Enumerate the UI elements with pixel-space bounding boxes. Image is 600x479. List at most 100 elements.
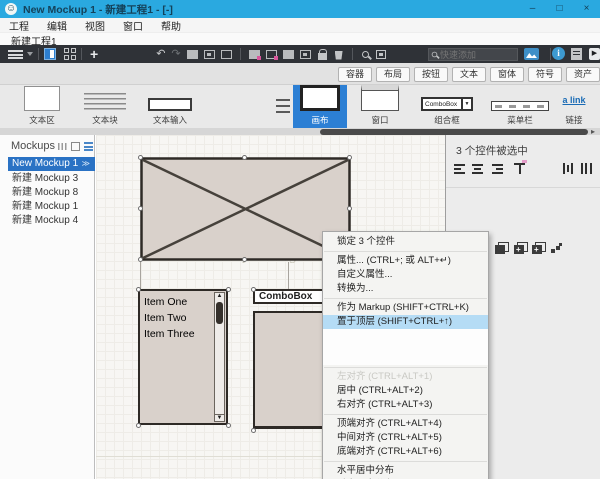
sidebar-item-mockup-1b[interactable]: 新建 Mockup 1	[8, 200, 95, 214]
group-plus-icon[interactable]: +	[514, 242, 528, 254]
project-assets-icon[interactable]	[524, 48, 539, 60]
mockups-title: Mockups	[11, 140, 56, 152]
menu-edit[interactable]: 编辑	[38, 18, 76, 33]
sidebar-item-mockup-1[interactable]: New Mockup 1 ≫	[8, 157, 95, 171]
arrange-icon[interactable]	[299, 49, 311, 59]
palette-item-textblock[interactable]: 文本块	[75, 85, 135, 128]
ungroup-icon[interactable]	[551, 243, 563, 254]
tab-forms[interactable]: 窗体	[490, 67, 525, 82]
quick-add-search[interactable]	[428, 48, 518, 61]
menu-separator	[324, 251, 487, 252]
list-widget[interactable]: Item One Item Two Item Three ▲ ▼	[138, 289, 228, 425]
tab-buttons[interactable]: 按钮	[414, 67, 449, 82]
selection-handle[interactable]	[226, 423, 231, 428]
chevron-down-icon[interactable]	[27, 52, 33, 56]
add-mockup-icon[interactable]: +	[90, 47, 98, 61]
selection-handle[interactable]	[138, 206, 143, 211]
menu-project[interactable]: 工程	[0, 18, 38, 33]
presentation-icon[interactable]: ▶	[589, 48, 600, 60]
thumbnails-toggle-icon[interactable]	[71, 142, 80, 151]
close-button[interactable]: ×	[573, 0, 600, 18]
paste-icon[interactable]	[220, 49, 232, 59]
palette-item-link[interactable]: a link 链接	[552, 85, 596, 128]
menu-window[interactable]: 窗口	[114, 18, 152, 33]
menu-item-align-bottom[interactable]: 底端对齐 (CTRL+ALT+6)	[323, 445, 488, 459]
align-left-icon[interactable]	[454, 163, 467, 175]
single-view-icon[interactable]	[44, 48, 56, 60]
selection-bound-line	[288, 262, 289, 289]
bring-forward-icon[interactable]	[495, 242, 509, 254]
menu-icon[interactable]	[8, 49, 23, 59]
sidebar-item-mockup-4[interactable]: 新建 Mockup 4	[8, 214, 95, 228]
tab-text[interactable]: 文本	[452, 67, 487, 82]
selection-handle[interactable]	[347, 206, 352, 211]
sidebar-item-mockup-3[interactable]: 新建 Mockup 3	[8, 172, 95, 186]
palette-item-canvas[interactable]: 画布	[293, 85, 347, 128]
menu-help[interactable]: 帮助	[152, 18, 190, 33]
menu-item-align-top[interactable]: 顶端对齐 (CTRL+ALT+4)	[323, 417, 488, 431]
info-icon[interactable]: i	[552, 47, 565, 60]
zoom-icon[interactable]	[361, 50, 369, 58]
group-icon[interactable]	[248, 49, 261, 60]
add-to-group-icon[interactable]: +	[532, 242, 546, 254]
mockups-filter-icon[interactable]	[58, 143, 67, 150]
menu-item-as-markup[interactable]: 作为 Markup (SHIFT+CTRL+K)	[323, 301, 488, 315]
delete-icon[interactable]	[334, 50, 343, 60]
palette-item-combobox[interactable]: ComboBox ▼ 组合框	[415, 85, 479, 128]
menu-item-align-center[interactable]: 居中 (CTRL+ALT+2)	[323, 384, 488, 398]
grid-view-icon[interactable]	[64, 48, 76, 60]
align-right-icon[interactable]	[490, 163, 503, 175]
palette-scrollbar-thumb[interactable]	[320, 128, 588, 135]
menu-item-align-left[interactable]: 左对齐 (CTRL+ALT+1)	[323, 370, 488, 384]
menu-item-custom-properties[interactable]: 自定义属性...	[323, 268, 488, 282]
redo-icon[interactable]: ↷	[171, 48, 180, 60]
tab-symbols[interactable]: 符号	[528, 67, 563, 82]
quick-add-input[interactable]	[440, 49, 506, 60]
menu-view[interactable]: 视图	[76, 18, 114, 33]
sidebar-item-mockup-8[interactable]: 新建 Mockup 8	[8, 186, 95, 200]
selection-handle[interactable]	[138, 155, 143, 160]
align-center-icon[interactable]	[472, 163, 485, 175]
menu-item-align-middle[interactable]: 中间对齐 (CTRL+ALT+5)	[323, 431, 488, 445]
tab-layout[interactable]: 布局	[376, 67, 411, 82]
selection-handle[interactable]	[226, 287, 231, 292]
align-top-icon[interactable]	[514, 160, 527, 175]
palette-item-textinput[interactable]: 文本输入	[138, 85, 202, 128]
menu-item-lock[interactable]: 锁定 3 个控件	[323, 235, 488, 249]
selection-handle[interactable]	[242, 155, 247, 160]
mockup-item-icon: ≫	[81, 159, 90, 168]
tab-assets[interactable]: 资产	[566, 67, 600, 82]
palette-label: 文本区	[29, 115, 55, 125]
undo-icon[interactable]: ↶	[156, 48, 165, 60]
maximize-button[interactable]: □	[546, 0, 573, 18]
distribute-vertical-icon[interactable]	[580, 163, 593, 175]
menu-item-bring-to-front[interactable]: 置于顶层 (SHIFT+CTRL+↑)	[323, 315, 488, 329]
copy-icon[interactable]	[203, 49, 215, 59]
sidebar-menu-icon[interactable]	[84, 142, 93, 151]
palette-item-textarea[interactable]: 文本区	[12, 85, 72, 128]
menu-item-distribute-horizontally[interactable]: 水平居中分布	[323, 464, 488, 478]
menu-item-align-right[interactable]: 右对齐 (CTRL+ALT+3)	[323, 398, 488, 412]
minimize-button[interactable]: –	[519, 0, 546, 18]
duplicate-icon[interactable]	[186, 49, 198, 59]
selection-handle[interactable]	[136, 287, 141, 292]
selection-handle[interactable]	[251, 287, 256, 292]
selection-bound-line	[140, 262, 141, 289]
menu-item-properties[interactable]: 属性... (CTRL+; 或 ALT+↵)	[323, 254, 488, 268]
selection-handle[interactable]	[251, 428, 256, 433]
zoom-to-fit-icon[interactable]	[375, 49, 386, 59]
ungroup-icon[interactable]	[265, 49, 278, 60]
palette-scrollbar[interactable]: ▸	[0, 127, 600, 136]
menu-item-convert[interactable]: 转换为...	[323, 282, 488, 296]
distribute-horizontal-icon[interactable]	[562, 163, 575, 175]
notes-icon[interactable]	[571, 48, 582, 60]
tab-containers[interactable]: 容器	[338, 67, 373, 82]
layers-icon[interactable]	[282, 49, 294, 59]
selection-handle[interactable]	[136, 423, 141, 428]
lock-icon[interactable]	[317, 48, 328, 60]
selection-handle[interactable]	[347, 155, 352, 160]
palette-item-menubar[interactable]: 菜单栏	[487, 85, 553, 128]
image-widget[interactable]	[140, 157, 351, 261]
palette-item-window[interactable]: 窗口	[352, 85, 408, 128]
selection-handle[interactable]	[242, 257, 247, 262]
